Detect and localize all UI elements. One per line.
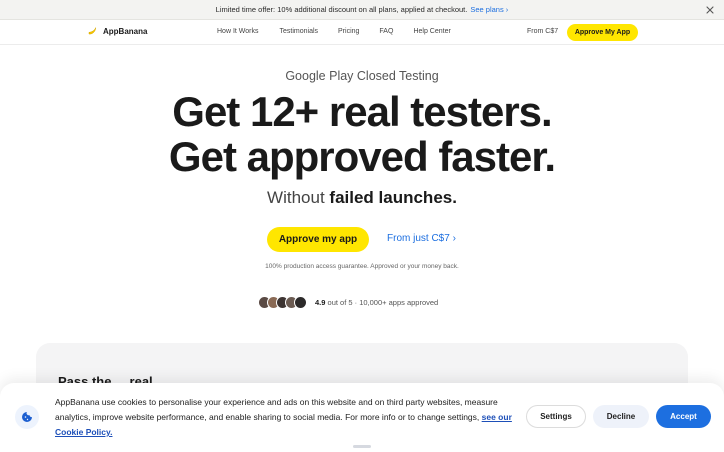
headline-line-1: Get 12+ real testers. bbox=[172, 88, 552, 135]
see-plans-link[interactable]: See plans › bbox=[470, 5, 508, 14]
nav-link-pricing[interactable]: Pricing bbox=[338, 28, 359, 35]
avatar bbox=[294, 296, 307, 309]
nav-price: From C$7 bbox=[527, 28, 559, 35]
scroll-handle[interactable] bbox=[353, 445, 371, 448]
guarantee-text: 100% production access guarantee. Approv… bbox=[265, 263, 459, 270]
announcement-text: Limited time offer: 10% additional disco… bbox=[215, 5, 468, 14]
brand-name: AppBanana bbox=[103, 26, 148, 36]
cookie-icon bbox=[15, 405, 39, 429]
cookie-settings-button[interactable]: Settings bbox=[526, 405, 586, 428]
nav-link-testimonials[interactable]: Testimonials bbox=[280, 28, 319, 35]
nav-link-faq[interactable]: FAQ bbox=[379, 28, 393, 35]
approve-my-app-button[interactable]: Approve my app bbox=[267, 227, 369, 252]
pricing-link[interactable]: From just C$7 › bbox=[387, 233, 456, 244]
nav-link-help-center[interactable]: Help Center bbox=[413, 28, 450, 35]
rating-score: 4.9 bbox=[315, 298, 326, 307]
approve-my-app-nav-button[interactable]: Approve My App bbox=[567, 24, 638, 41]
close-icon[interactable] bbox=[704, 4, 716, 16]
hero-eyebrow: Google Play Closed Testing bbox=[285, 69, 439, 83]
banana-logo-icon bbox=[87, 26, 97, 36]
sub-bold: failed launches. bbox=[329, 188, 457, 207]
rating-row: 4.9 out of 5 · 10,000+ apps approved bbox=[258, 296, 438, 309]
headline-line-2: Get approved faster. bbox=[168, 133, 556, 180]
rating-summary: out of 5 · 10,000+ apps approved bbox=[325, 298, 439, 307]
cookie-accept-button[interactable]: Accept bbox=[656, 405, 711, 428]
cookie-message: AppBanana use cookies to personalise you… bbox=[55, 395, 515, 440]
announcement-bar: Limited time offer: 10% additional disco… bbox=[0, 0, 724, 20]
rating-text: 4.9 out of 5 · 10,000+ apps approved bbox=[315, 298, 438, 307]
hero-subheading: Without failed launches. bbox=[0, 188, 724, 208]
cookie-body: AppBanana use cookies to personalise you… bbox=[55, 397, 498, 422]
sub-prefix: Without bbox=[267, 188, 330, 207]
cookie-decline-button[interactable]: Decline bbox=[593, 405, 649, 428]
nav-links: How It Works Testimonials Pricing FAQ He… bbox=[217, 28, 471, 35]
brand[interactable]: AppBanana bbox=[87, 26, 147, 36]
hero-headline: Get 12+ real testers. Get approved faste… bbox=[0, 89, 724, 179]
nav-link-how-it-works[interactable]: How It Works bbox=[217, 28, 259, 35]
avatar-group bbox=[258, 296, 307, 309]
